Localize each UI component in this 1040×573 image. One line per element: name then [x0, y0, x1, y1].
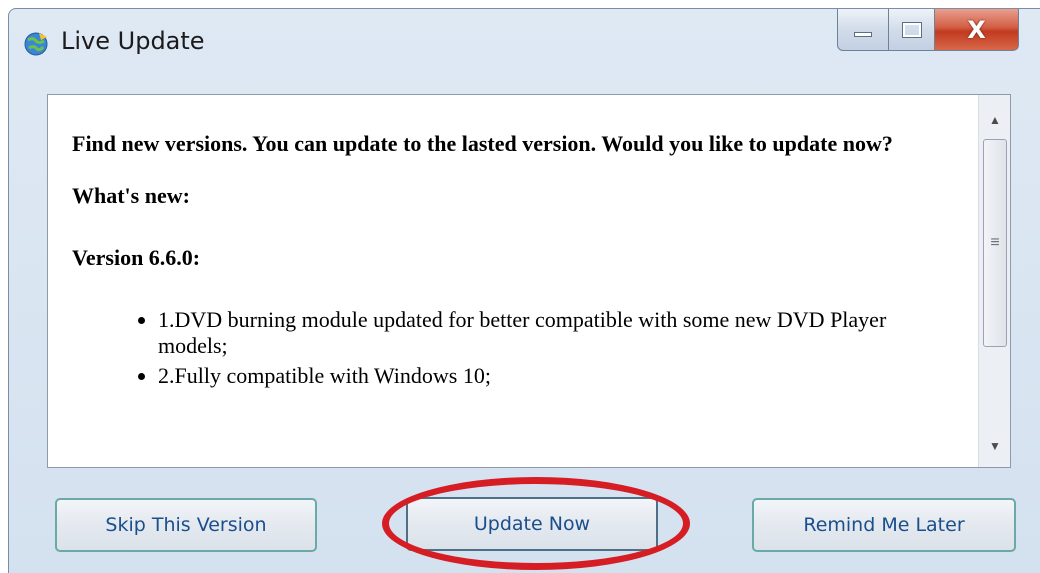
- scroll-down-button[interactable]: ▼: [979, 433, 1010, 459]
- window-controls: X: [837, 9, 1019, 51]
- title-bar[interactable]: Live Update X: [9, 9, 1040, 69]
- close-button[interactable]: X: [935, 9, 1019, 51]
- update-info-panel[interactable]: Find new versions. You can update to the…: [47, 94, 1011, 468]
- maximize-button[interactable]: [889, 9, 935, 51]
- change-list: 1.DVD burning module updated for better …: [72, 307, 952, 389]
- minimize-button[interactable]: [837, 9, 889, 51]
- scroll-thumb[interactable]: ≡: [983, 139, 1007, 347]
- change-item: 1.DVD burning module updated for better …: [158, 307, 952, 359]
- maximize-icon: [901, 21, 922, 38]
- skip-this-version-button[interactable]: Skip This Version: [55, 498, 317, 552]
- globe-update-icon: [24, 32, 48, 56]
- version-heading: Version 6.6.0:: [72, 245, 201, 270]
- vertical-scrollbar[interactable]: ▲ ≡ ▼: [978, 95, 1010, 467]
- update-intro-text: Find new versions. You can update to the…: [72, 131, 893, 156]
- whats-new-heading: What's new:: [72, 183, 190, 208]
- grip-icon: ≡: [990, 234, 1000, 251]
- update-now-button[interactable]: Update Now: [406, 497, 658, 551]
- remind-me-later-button[interactable]: Remind Me Later: [752, 498, 1016, 552]
- scroll-up-button[interactable]: ▲: [979, 107, 1010, 133]
- close-icon: X: [967, 15, 986, 44]
- minimize-icon: [854, 32, 872, 37]
- arrow-up-icon: ▲: [989, 113, 1001, 127]
- window-title: Live Update: [61, 27, 205, 55]
- arrow-down-icon: ▼: [989, 439, 1001, 453]
- change-item: 2.Fully compatible with Windows 10;: [158, 363, 952, 389]
- update-info-content: Find new versions. You can update to the…: [72, 129, 952, 393]
